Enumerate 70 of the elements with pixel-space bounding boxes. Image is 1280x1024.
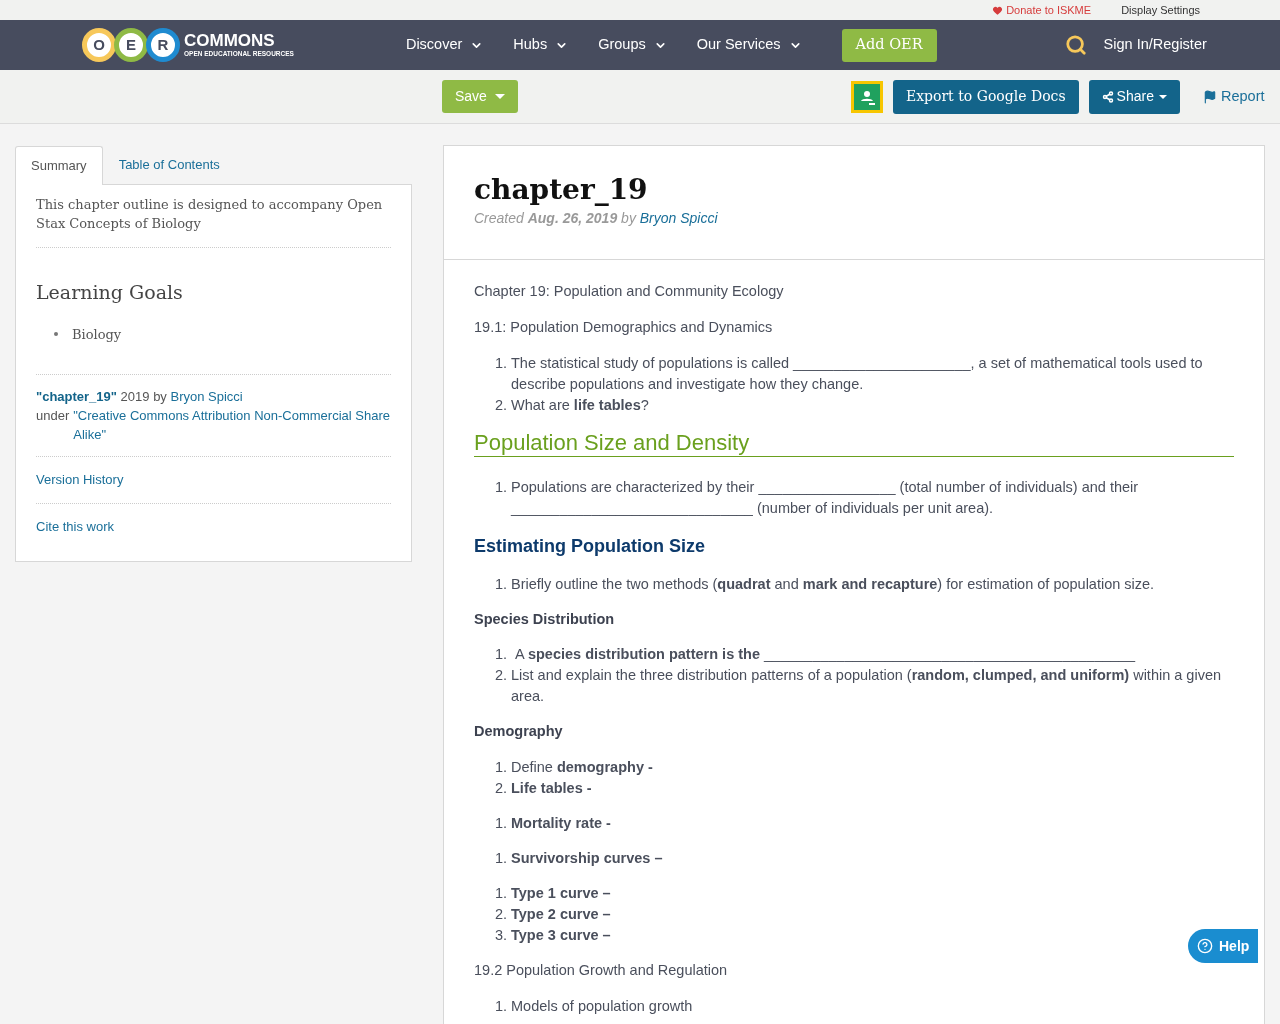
list-number: 1.: [495, 758, 509, 777]
license-link[interactable]: "Creative Commons Attribution Non-Commercial Share Alike": [73, 406, 391, 444]
list-number: 1.: [495, 996, 509, 1016]
learning-goals-heading: Learning Goals: [36, 280, 184, 305]
author-link[interactable]: Bryon Spicci: [639, 210, 718, 226]
report-link[interactable]: Report: [1202, 85, 1265, 108]
classroom-icon[interactable]: [850, 80, 883, 113]
subsection-heading: Estimating Population Size: [474, 534, 707, 558]
list-item-text: Mortality rate -: [511, 814, 611, 833]
list-number: 2.: [495, 905, 509, 924]
sidebar-link[interactable]: Version History: [36, 472, 124, 487]
list-item-text: List and explain the three distribution patterns of a population (random, clumped, and uniform) within a given area.: [511, 666, 1223, 707]
list-item-text: Survivorship curves –: [511, 849, 663, 868]
list-item-text: Type 2 curve –: [511, 905, 611, 924]
paragraph: Chapter 19: Population and Community Ecology: [474, 282, 785, 301]
list-number: 1.: [495, 849, 509, 868]
list-number: 1.: [495, 884, 509, 903]
attribution-text: under: [36, 407, 70, 425]
nav-menu-item[interactable]: Groups: [598, 34, 667, 56]
title-link[interactable]: "chapter_19": [36, 389, 117, 404]
bold-heading: Demography: [474, 722, 564, 742]
list-number: 2.: [495, 666, 509, 686]
caret-icon: [1158, 94, 1167, 99]
heart-icon: [992, 4, 1004, 16]
share-button[interactable]: Share: [1088, 79, 1180, 114]
donate-link[interactable]: Donate to ISKME: [992, 1, 1092, 19]
section-heading: Population Size and Density: [474, 429, 1234, 457]
created-info: Created Aug. 26, 2019 by Bryon Spicci: [474, 209, 719, 228]
list-number: 2.: [495, 395, 509, 415]
list-item-text: A species distribution pattern is the ______________________________________________: [514, 645, 1135, 665]
nav-menu-item[interactable]: Our Services: [696, 34, 802, 56]
list-item-text: Define demography -: [511, 758, 653, 777]
list-number: 1.: [495, 645, 509, 665]
list-item-text: The statistical study of populations is called ______________________, a set of mathematical tools used to describe populations and investigate how they change.: [511, 353, 1204, 394]
list-item-text: Models of population growth: [511, 996, 693, 1016]
display-settings-link[interactable]: Display Settings: [1121, 1, 1200, 19]
help-icon: [1197, 938, 1213, 954]
help-button[interactable]: Help: [1188, 929, 1259, 963]
sidebar-link[interactable]: Cite this work: [36, 519, 115, 535]
flag-icon: [1202, 89, 1217, 104]
list-number: 1.: [495, 477, 509, 497]
list-number: 1.: [495, 814, 509, 833]
list-number: 1.: [495, 353, 509, 373]
tab[interactable]: Table of Contents: [102, 145, 236, 184]
paragraph: 19.2 Population Growth and Regulation: [474, 961, 729, 980]
page-title: chapter_19: [474, 172, 649, 208]
export-button[interactable]: Export to Google Docs: [892, 79, 1079, 114]
list-number: 1.: [495, 574, 509, 594]
nav-menu-item[interactable]: Hubs: [513, 34, 569, 56]
bullet-icon: [54, 332, 58, 337]
list-item-text: Life tables -: [511, 779, 592, 798]
list-item-text: Populations are characterized by their _________________ (total number of individuals) and their ______________________________ (number of individuals per unit area).: [511, 477, 1140, 518]
search-icon[interactable]: [1064, 34, 1087, 56]
sign-in-link[interactable]: Sign In/Register: [1103, 34, 1207, 56]
list-item-text: Briefly outline the two methods (quadrat and mark and recapture) for estimation of population size.: [511, 574, 1155, 594]
list-item-text: What are life tables?: [511, 395, 649, 415]
author-link[interactable]: Bryon Spicci: [170, 389, 243, 404]
attribution-text: "chapter_19" 2019 by Bryon Spicci: [36, 388, 244, 406]
list-number: 3.: [495, 926, 509, 945]
list-item-text: Type 3 curve –: [511, 926, 611, 945]
paragraph: 19.1: Population Demographics and Dynamics: [474, 317, 774, 337]
share-icon: [1101, 90, 1114, 103]
learning-goal: Biology: [72, 325, 122, 344]
nav-menu-item[interactable]: Discover: [405, 34, 484, 56]
list-item-text: Type 1 curve –: [511, 884, 611, 903]
bold-heading: Species Distribution: [474, 609, 616, 629]
list-number: 2.: [495, 779, 509, 798]
caret-icon: [494, 94, 505, 99]
description-text: This chapter outline is designed to accompany Open Stax Concepts of Biology: [36, 195, 391, 248]
tab[interactable]: Summary: [15, 146, 103, 185]
